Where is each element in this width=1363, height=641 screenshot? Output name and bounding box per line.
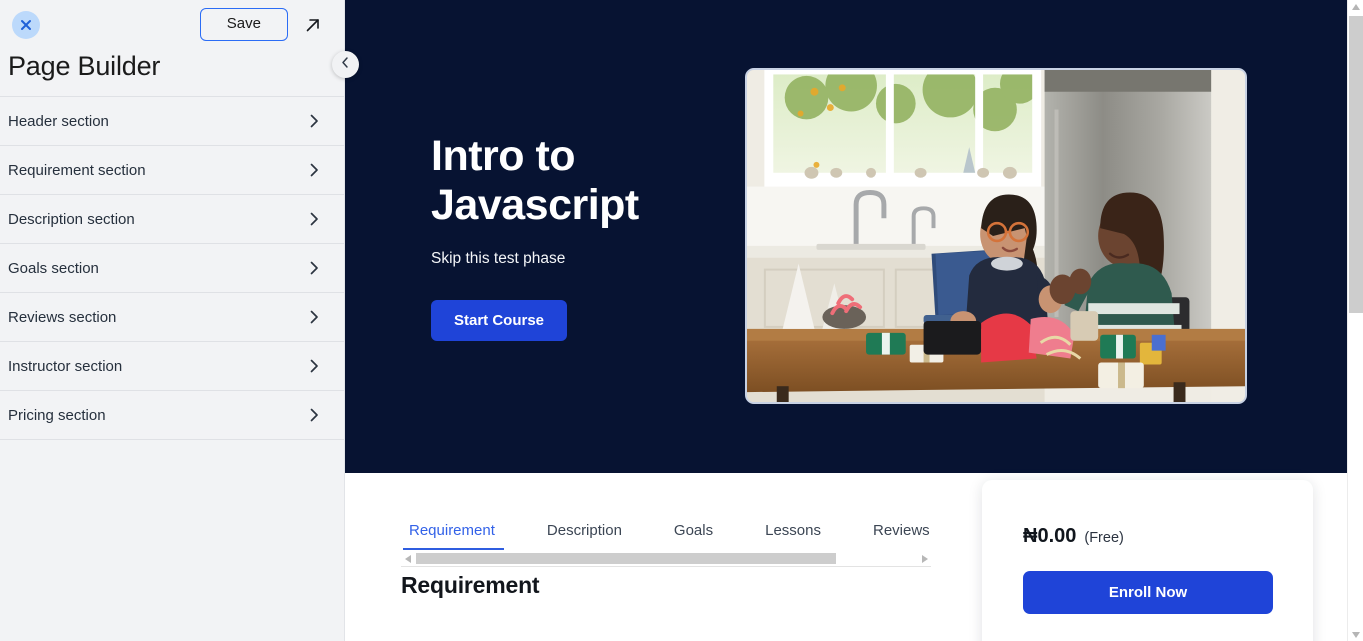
tab-requirement[interactable]: Requirement — [401, 523, 521, 551]
triangle-right-icon[interactable] — [917, 552, 931, 566]
external-link-arrow-icon[interactable] — [302, 14, 324, 36]
scrollbar-track[interactable] — [416, 553, 916, 564]
sidebar-actions: Save — [199, 8, 330, 41]
tabs-horizontal-scrollbar[interactable] — [401, 551, 931, 567]
chevron-left-icon — [339, 56, 352, 74]
triangle-left-icon[interactable] — [401, 552, 415, 566]
tab-description[interactable]: Description — [521, 523, 648, 551]
hero-title-line-2: Javascript — [431, 181, 639, 229]
sidebar-item-label: Description section — [8, 210, 135, 228]
sidebar-item-label: Requirement section — [8, 161, 146, 179]
sidebar-item-goals-section[interactable]: Goals section — [0, 244, 344, 293]
chevron-right-icon — [306, 407, 322, 423]
price-note: (Free) — [1084, 530, 1124, 546]
course-tabs-container: Requirement Description Goals Lessons Re… — [401, 511, 931, 567]
tab-goals[interactable]: Goals — [648, 523, 739, 551]
sidebar-item-label: Reviews section — [8, 308, 117, 326]
section-heading: Requirement — [401, 572, 540, 598]
sidebar-item-header-section[interactable]: Header section — [0, 97, 344, 146]
hero-subtitle: Skip this test phase — [431, 250, 566, 268]
hero-title-line-1: Intro to — [431, 131, 576, 180]
price-row: ₦0.00 (Free) — [1023, 525, 1124, 548]
course-preview: Intro to Javascript Skip this test phase… — [345, 0, 1363, 641]
sidebar-item-requirement-section[interactable]: Requirement section — [0, 146, 344, 195]
chevron-right-icon — [306, 113, 322, 129]
hero-image — [745, 68, 1247, 404]
enroll-now-button[interactable]: Enroll Now — [1023, 571, 1273, 614]
chevron-right-icon — [306, 162, 322, 178]
save-button[interactable]: Save — [199, 8, 288, 41]
sidebar-toolbar: Save — [0, 0, 344, 49]
chevron-right-icon — [306, 309, 322, 325]
course-detail-content: Requirement Description Goals Lessons Re… — [345, 473, 1363, 641]
page-title: Page Builder — [8, 51, 161, 81]
active-tab-indicator — [403, 548, 504, 550]
course-tabs: Requirement Description Goals Lessons Re… — [401, 511, 931, 551]
triangle-down-icon[interactable] — [1348, 627, 1363, 641]
section-list: Header section Requirement section Descr… — [0, 96, 344, 440]
scrollbar-thumb[interactable] — [416, 553, 836, 564]
sidebar-item-pricing-section[interactable]: Pricing section — [0, 391, 344, 440]
chevron-right-icon — [306, 260, 322, 276]
chevron-right-icon — [306, 211, 322, 227]
hero-image-illustration — [747, 70, 1245, 402]
tab-reviews[interactable]: Reviews — [847, 523, 931, 551]
triangle-up-icon[interactable] — [1348, 0, 1363, 14]
hero-text-block: Intro to Javascript Skip this test phase… — [345, 132, 745, 342]
sidebar-collapse-toggle[interactable] — [332, 51, 359, 78]
sidebar-item-label: Header section — [8, 112, 109, 130]
hero-section: Intro to Javascript Skip this test phase… — [345, 0, 1363, 473]
close-icon[interactable] — [12, 10, 40, 39]
tab-lessons[interactable]: Lessons — [739, 523, 847, 551]
hero-title: Intro to Javascript — [431, 132, 745, 230]
page-scrollbar-thumb[interactable] — [1349, 16, 1363, 313]
page-vertical-scrollbar[interactable] — [1347, 0, 1363, 641]
chevron-right-icon — [306, 358, 322, 374]
page-builder-sidebar: Save Page Builder Header section Require… — [0, 0, 345, 641]
start-course-button[interactable]: Start Course — [431, 300, 568, 342]
sidebar-item-instructor-section[interactable]: Instructor section — [0, 342, 344, 391]
pricing-card: ₦0.00 (Free) Enroll Now — [982, 480, 1313, 641]
sidebar-item-label: Pricing section — [8, 406, 106, 424]
price-amount: ₦0.00 — [1023, 525, 1077, 547]
page-builder-app: Save Page Builder Header section Require… — [0, 0, 1363, 641]
sidebar-item-description-section[interactable]: Description section — [0, 195, 344, 244]
sidebar-item-label: Instructor section — [8, 357, 123, 375]
sidebar-item-reviews-section[interactable]: Reviews section — [0, 293, 344, 342]
sidebar-item-label: Goals section — [8, 259, 99, 277]
